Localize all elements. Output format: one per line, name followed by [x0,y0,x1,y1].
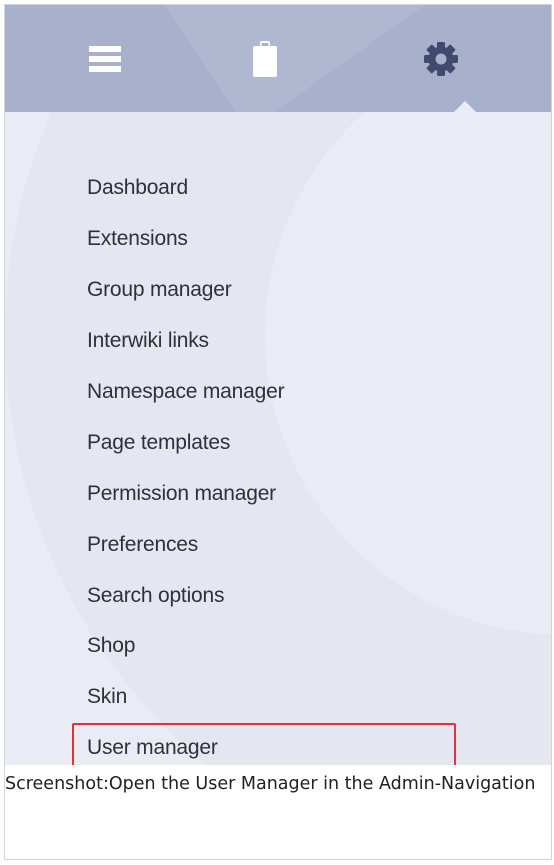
clipboard-icon [253,40,277,77]
tab-navigation[interactable] [45,5,165,112]
admin-nav-list: Dashboard Extensions Group manager Inter… [5,163,551,765]
nav-item-shop[interactable]: Shop [5,621,551,672]
nav-item-namespace-manager[interactable]: Namespace manager [5,367,551,418]
highlight-box [72,722,456,765]
nav-item-preferences[interactable]: Preferences [5,519,551,570]
nav-item-label: Dashboard [87,176,188,200]
nav-item-label: Group manager [87,278,232,302]
nav-item-label: Skin [87,685,128,709]
screenshot-caption: Screenshot:Open the User Manager in the … [5,774,536,794]
nav-item-search-options[interactable]: Search options [5,570,551,621]
nav-item-user-manager[interactable]: User manager [5,722,551,765]
nav-item-label: Namespace manager [87,380,285,403]
nav-item-page-templates[interactable]: Page templates [5,417,551,468]
nav-item-label: Permission manager [87,481,276,505]
tab-admin[interactable] [381,5,501,112]
nav-item-group-manager[interactable]: Group manager [5,265,551,316]
nav-item-permission-manager[interactable]: Permission manager [5,468,551,519]
nav-item-interwiki-links[interactable]: Interwiki links [5,316,551,367]
gear-icon [424,41,458,76]
nav-item-label: Page templates [87,430,231,454]
nav-item-skin[interactable]: Skin [5,672,551,723]
nav-item-label: Search options [87,583,225,607]
nav-item-label: Interwiki links [87,329,209,353]
tab-page-tools[interactable] [205,5,325,112]
nav-item-label: Extensions [87,227,188,251]
nav-item-dashboard[interactable]: Dashboard [5,163,551,214]
nav-item-extensions[interactable]: Extensions [5,214,551,265]
nav-item-label: Preferences [87,532,199,556]
nav-item-label: Shop [87,634,136,658]
active-tab-pointer [454,101,476,112]
menu-icon [89,45,121,72]
admin-navigation-panel: Dashboard Extensions Group manager Inter… [5,5,551,765]
navigation-tab-bar [5,5,551,112]
